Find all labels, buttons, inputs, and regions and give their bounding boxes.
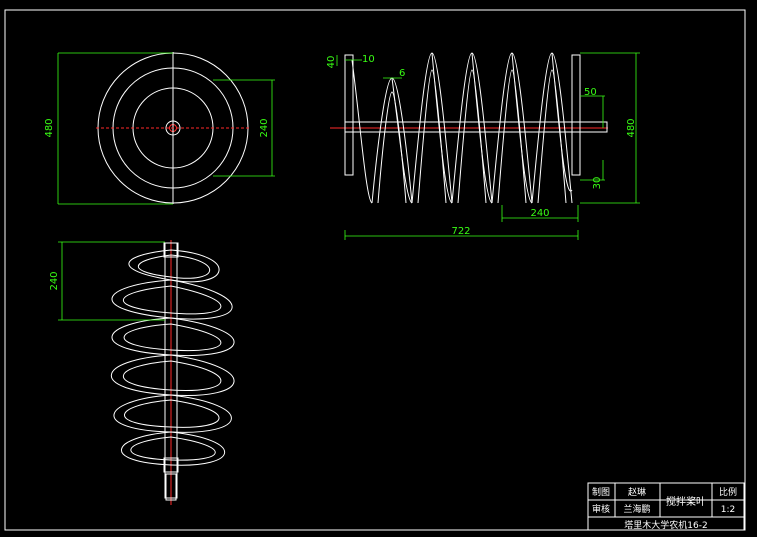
iso-dim-240: 240 (49, 271, 60, 290)
front-dim-480: 480 (44, 118, 55, 137)
side-dim-40: 40 (326, 56, 337, 69)
front-dim-240: 240 (259, 118, 270, 137)
side-dim-480: 480 (626, 118, 637, 137)
side-dim-240: 240 (530, 208, 549, 219)
tb-scale-label: 比例 (719, 486, 737, 498)
side-view-dims (336, 52, 640, 240)
side-dim-6: 6 (399, 68, 405, 79)
tb-check-name: 兰海鹏 (623, 503, 650, 515)
sheet-border (4, 9, 746, 531)
right-flange (571, 54, 581, 176)
side-view (330, 52, 608, 204)
tb-part-name: 搅拌桨叶 (666, 495, 706, 508)
iso-view (110, 240, 235, 505)
shaft-body (344, 121, 608, 133)
side-dim-10: 10 (362, 54, 375, 65)
tb-check-label: 审核 (592, 503, 610, 515)
cad-drawing: 480 240 40 10 6 50 480 30 240 722 240 制图… (4, 9, 746, 531)
tb-scale-value: 1:2 (721, 505, 735, 515)
side-dim-50: 50 (584, 87, 597, 98)
tb-drawn-name: 赵琳 (628, 486, 646, 498)
tb-drawn-label: 制图 (592, 486, 610, 498)
left-flange (344, 54, 354, 176)
front-view (96, 52, 250, 204)
side-dim-30: 30 (592, 177, 603, 190)
tb-institution: 塔里木大学农机16-2 (624, 519, 707, 531)
side-dim-722: 722 (451, 226, 470, 237)
